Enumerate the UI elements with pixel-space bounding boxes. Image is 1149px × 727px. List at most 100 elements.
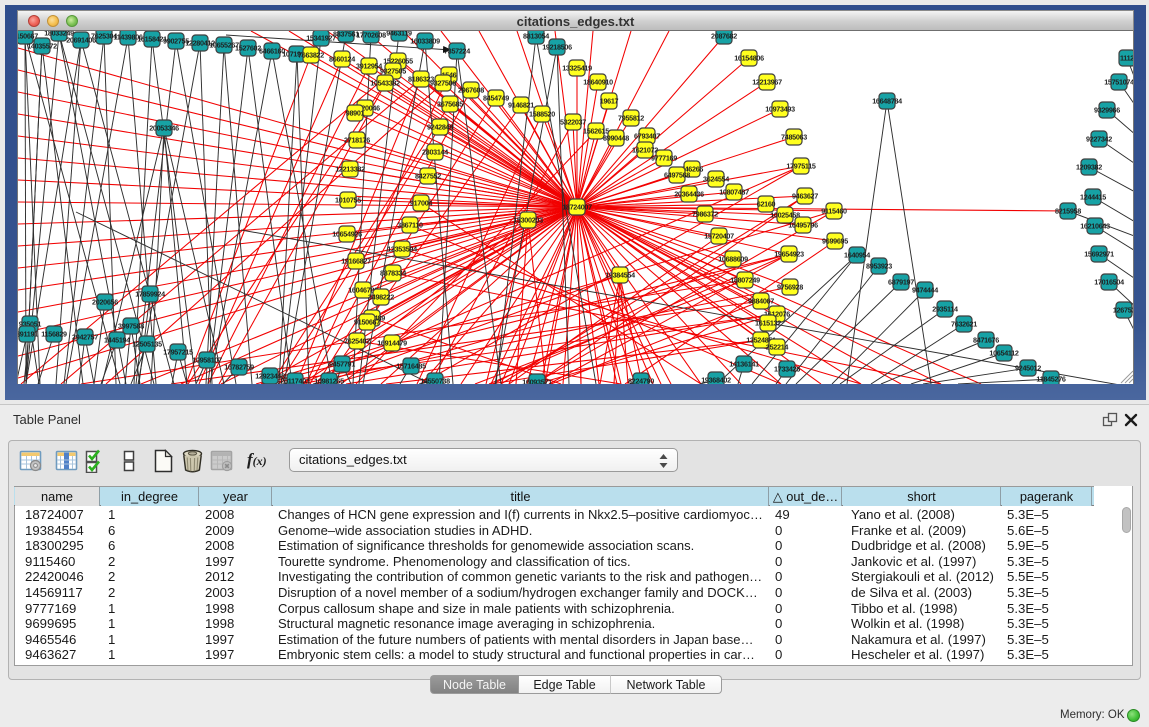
- svg-text:9474444: 9474444: [912, 286, 938, 295]
- svg-text:126753: 126753: [1113, 306, 1134, 315]
- svg-text:1156829: 1156829: [41, 330, 67, 339]
- svg-text:2967608: 2967608: [458, 86, 484, 95]
- svg-text:2020656: 2020656: [92, 298, 118, 307]
- svg-text:1640954: 1640954: [844, 251, 870, 260]
- svg-text:3912954: 3912954: [356, 62, 382, 71]
- svg-text:8990448: 8990448: [603, 134, 629, 143]
- svg-text:1615132: 1615132: [755, 319, 781, 328]
- svg-text:8813054: 8813054: [523, 32, 549, 41]
- svg-text:9327508: 9327508: [430, 79, 456, 88]
- svg-text:12505135: 12505135: [132, 340, 162, 349]
- svg-text:8953923: 8953923: [866, 262, 892, 271]
- svg-text:1244415: 1244415: [1080, 193, 1106, 202]
- svg-text:17859924: 17859924: [135, 290, 165, 299]
- svg-text:7632621: 7632621: [951, 320, 977, 329]
- svg-text:252214: 252214: [766, 343, 788, 352]
- svg-text:14550738: 14550738: [420, 377, 450, 385]
- svg-text:9115460: 9115460: [821, 207, 847, 216]
- svg-text:8454749: 8454749: [483, 94, 509, 103]
- svg-text:1209382: 1209382: [1076, 163, 1102, 172]
- svg-text:1527602: 1527602: [235, 44, 261, 53]
- svg-text:7986372: 7986372: [692, 210, 718, 219]
- svg-text:2803144: 2803144: [422, 148, 448, 157]
- svg-text:16495796: 16495796: [788, 221, 818, 230]
- svg-text:9146821: 9146821: [508, 101, 534, 110]
- svg-text:3624554: 3624554: [703, 175, 729, 184]
- svg-text:19368402: 19368402: [701, 376, 731, 385]
- svg-text:9150667: 9150667: [354, 318, 380, 327]
- svg-text:8878334: 8878334: [380, 269, 406, 278]
- svg-text:17016504: 17016504: [1094, 278, 1124, 287]
- svg-text:11845276: 11845276: [1036, 375, 1065, 384]
- svg-text:17702608: 17702608: [356, 31, 386, 40]
- svg-text:391191: 391191: [18, 330, 38, 339]
- svg-text:15341927: 15341927: [306, 34, 336, 43]
- svg-text:10543382: 10543382: [370, 79, 400, 88]
- svg-text:8471676: 8471676: [973, 336, 999, 345]
- svg-text:8660124: 8660124: [329, 55, 355, 64]
- svg-text:9327505: 9327505: [380, 67, 406, 76]
- svg-text:6879197: 6879197: [888, 278, 914, 287]
- svg-text:16648784: 16648784: [872, 97, 902, 106]
- svg-text:2935114: 2935114: [932, 305, 958, 314]
- svg-text:10973493: 10973493: [765, 105, 795, 114]
- svg-text:62160: 62160: [757, 200, 776, 209]
- svg-text:20364436: 20364436: [674, 190, 704, 199]
- svg-text:7485063: 7485063: [781, 133, 807, 142]
- svg-text:10958107: 10958107: [192, 356, 222, 365]
- svg-text:17957215: 17957215: [163, 348, 193, 357]
- svg-text:5322037: 5322037: [560, 118, 586, 127]
- svg-text:15716485: 15716485: [396, 362, 426, 371]
- svg-text:9884067: 9884067: [748, 297, 774, 306]
- svg-text:15300203: 15300203: [513, 216, 543, 225]
- svg-text:9463627: 9463627: [792, 192, 818, 201]
- svg-text:9756928: 9756928: [777, 283, 803, 292]
- svg-text:2942757: 2942757: [72, 333, 98, 342]
- svg-text:3997588: 3997588: [118, 322, 144, 331]
- svg-text:16782759: 16782759: [224, 363, 254, 372]
- svg-text:1733426: 1733426: [774, 365, 800, 374]
- svg-text:9777169: 9777169: [651, 154, 677, 163]
- svg-text:1010755: 1010755: [335, 196, 361, 205]
- svg-text:7955812: 7955812: [618, 114, 644, 123]
- svg-text:9457791: 9457791: [329, 360, 355, 369]
- svg-text:19218506: 19218506: [542, 43, 572, 52]
- svg-text:15692971: 15692971: [1084, 250, 1114, 259]
- svg-text:98901: 98901: [346, 109, 365, 118]
- svg-text:9227342: 9227342: [1086, 135, 1112, 144]
- svg-text:3498222: 3498222: [368, 293, 394, 302]
- svg-text:9329966: 9329966: [1094, 106, 1120, 115]
- svg-text:18724007: 18724007: [562, 203, 592, 212]
- svg-text:12353594: 12353594: [387, 245, 417, 254]
- svg-text:1445194: 1445194: [104, 336, 130, 345]
- svg-text:15720407: 15720407: [704, 232, 734, 241]
- svg-text:12213382: 12213382: [335, 165, 365, 174]
- svg-text:2718176: 2718176: [344, 136, 370, 145]
- svg-text:19166827: 19166827: [341, 257, 371, 266]
- svg-text:7663822: 7663822: [298, 51, 324, 60]
- svg-text:1588520: 1588520: [529, 110, 555, 119]
- svg-text:14136141: 14136141: [729, 360, 759, 369]
- svg-text:12213967: 12213967: [752, 78, 782, 87]
- svg-text:10981265: 10981265: [314, 377, 344, 385]
- svg-text:10654926: 10654926: [332, 230, 362, 239]
- svg-text:1112: 1112: [1120, 54, 1134, 63]
- svg-text:7625402: 7625402: [344, 337, 370, 346]
- svg-text:10654112: 10654112: [989, 349, 1018, 358]
- svg-text:6497568: 6497568: [664, 171, 690, 180]
- svg-text:9245012: 9245012: [1015, 364, 1041, 373]
- svg-text:8427552: 8427552: [415, 172, 441, 181]
- svg-text:2087682: 2087682: [711, 32, 737, 41]
- svg-text:16210643: 16210643: [1080, 222, 1110, 231]
- svg-text:10688609: 10688609: [718, 255, 748, 264]
- svg-text:19617: 19617: [600, 97, 619, 106]
- svg-text:9699695: 9699695: [822, 237, 848, 246]
- svg-text:8224790: 8224790: [628, 377, 654, 385]
- svg-text:917004: 917004: [410, 199, 432, 208]
- svg-text:3675685: 3675685: [437, 100, 463, 109]
- svg-text:17975115: 17975115: [786, 162, 815, 171]
- svg-text:3867110: 3867110: [397, 221, 423, 230]
- svg-text:20117403: 20117403: [280, 377, 309, 385]
- svg-text:16093571: 16093571: [522, 378, 552, 385]
- svg-text:19384554: 19384554: [605, 271, 635, 280]
